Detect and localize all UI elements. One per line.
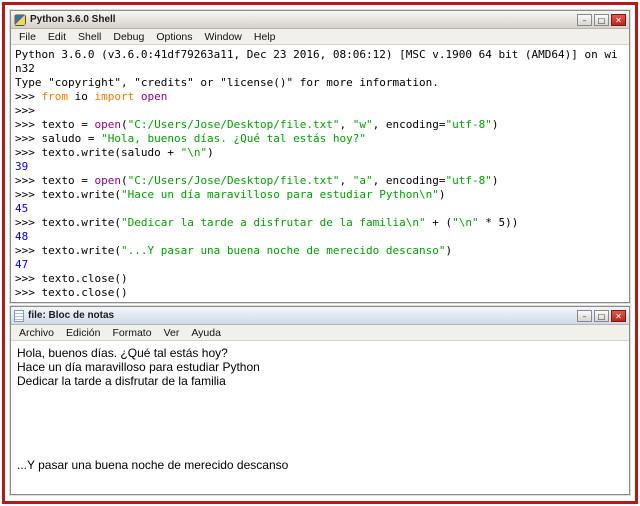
notepad-line: Hola, buenos días. ¿Qué tal estás hoy? [17, 346, 228, 360]
close-button[interactable]: ✕ [611, 309, 626, 322]
shell-line: Type "copyright", "credits" or "license(… [15, 76, 439, 89]
notepad-menu-archivo[interactable]: Archivo [13, 327, 60, 339]
close-button[interactable]: ✕ [611, 13, 626, 26]
notepad-content[interactable]: Hola, buenos días. ¿Qué tal estás hoy? Ha… [11, 342, 629, 494]
notepad-window: file: Bloc de notas – □ ✕ Archivo Edición… [10, 306, 630, 495]
notepad-line [17, 388, 623, 402]
shell-line: >>> texto.close() [15, 272, 128, 285]
notepad-menu-ver[interactable]: Ver [158, 327, 186, 339]
shell-menu-shell[interactable]: Shell [72, 31, 107, 43]
notepad-line: Hace un día maravilloso para estudiar Py… [17, 360, 260, 374]
shell-line: 47 [15, 258, 29, 271]
shell-line: >>> from io import open [15, 90, 168, 103]
shell-line: >>> texto = open("C:/Users/Jose/Desktop/… [15, 174, 499, 187]
shell-line: >>> texto.write(saludo + "\n") [15, 146, 214, 159]
minimize-button[interactable]: – [577, 13, 592, 26]
notepad-icon [14, 309, 24, 322]
shell-menubar: File Edit Shell Debug Options Window Help [11, 29, 629, 45]
shell-menu-window[interactable]: Window [199, 31, 248, 43]
notepad-menu-formato[interactable]: Formato [106, 327, 157, 339]
shell-menu-edit[interactable]: Edit [42, 31, 72, 43]
notepad-window-controls: – □ ✕ [577, 309, 626, 322]
notepad-line [17, 430, 623, 444]
notepad-menubar: Archivo Edición Formato Ver Ayuda [11, 325, 629, 341]
notepad-window-title: file: Bloc de notas [28, 310, 115, 321]
notepad-line [17, 416, 623, 430]
python-icon [14, 13, 26, 26]
shell-line: >>> texto.write("...Y pasar una buena no… [15, 244, 453, 257]
minimize-button[interactable]: – [577, 309, 592, 322]
shell-line: Python 3.6.0 (v3.6.0:41df79263a11, Dec 2… [15, 48, 618, 61]
shell-menu-help[interactable]: Help [248, 31, 282, 43]
shell-content[interactable]: Python 3.6.0 (v3.6.0:41df79263a11, Dec 2… [11, 46, 629, 302]
shell-line: 39 [15, 160, 29, 173]
shell-line: >>> texto = open("C:/Users/Jose/Desktop/… [15, 118, 499, 131]
shell-menu-file[interactable]: File [13, 31, 42, 43]
notepad-menu-edicion[interactable]: Edición [60, 327, 106, 339]
shell-line: >>> texto.write("Hace un día maravilloso… [15, 188, 446, 201]
maximize-button[interactable]: □ [594, 309, 609, 322]
shell-line: 48 [15, 230, 29, 243]
notepad-menu-ayuda[interactable]: Ayuda [185, 327, 227, 339]
screenshot-frame: Python 3.6.0 Shell – □ ✕ File Edit Shell De… [2, 2, 638, 504]
shell-line: >>> texto.write("Dedicar la tarde a disf… [15, 216, 519, 229]
shell-window-title: Python 3.6.0 Shell [30, 14, 116, 25]
notepad-line: ...Y pasar una buena noche de merecido d… [17, 458, 289, 472]
shell-titlebar[interactable]: Python 3.6.0 Shell – □ ✕ [11, 11, 629, 29]
notepad-line [17, 444, 623, 458]
shell-line: n32 [15, 62, 35, 75]
python-shell-window: Python 3.6.0 Shell – □ ✕ File Edit Shell De… [10, 10, 630, 303]
maximize-button[interactable]: □ [594, 13, 609, 26]
notepad-titlebar[interactable]: file: Bloc de notas – □ ✕ [11, 307, 629, 325]
notepad-line: Dedicar la tarde a disfrutar de la famil… [17, 374, 226, 388]
notepad-line [17, 402, 623, 416]
shell-menu-options[interactable]: Options [150, 31, 198, 43]
shell-window-controls: – □ ✕ [577, 13, 626, 26]
shell-line: 45 [15, 202, 29, 215]
shell-line: >>> saludo = "Hola, buenos días. ¿Qué ta… [15, 132, 366, 145]
shell-menu-debug[interactable]: Debug [107, 31, 150, 43]
shell-line: >>> texto.close() [15, 286, 128, 299]
shell-line: >>> [15, 104, 35, 117]
